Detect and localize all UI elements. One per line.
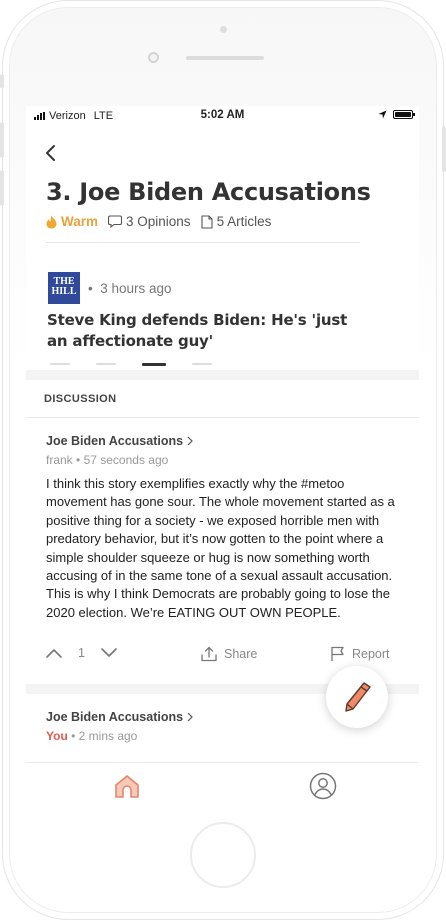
logo-line2: HILL: [51, 286, 77, 297]
power-button: [442, 126, 446, 172]
story-card: 3. Joe Biden Accusations Warm 3 Opinions…: [26, 126, 419, 370]
post-topic[interactable]: Joe Biden Accusations: [46, 434, 193, 448]
article-source: THE HILL • 3 hours ago: [48, 272, 172, 304]
mute-switch: [0, 74, 4, 88]
share-icon: [201, 646, 217, 662]
pager-dot[interactable]: [96, 363, 116, 365]
share-button[interactable]: Share: [200, 646, 257, 662]
opinion-bubble-icon: [108, 215, 123, 228]
the-hill-logo: THE HILL: [48, 272, 80, 304]
heat-label: Warm: [61, 214, 99, 229]
heat-indicator: Warm: [46, 214, 98, 229]
chevron-right-icon: [187, 712, 193, 722]
report-label: Report: [352, 647, 390, 661]
report-button[interactable]: Report: [330, 646, 390, 662]
front-camera: [148, 52, 159, 63]
pager-dot[interactable]: [192, 363, 212, 365]
status-time: 5:02 AM: [200, 109, 245, 121]
post-time: 2 mins ago: [78, 729, 138, 743]
tab-profile[interactable]: [308, 771, 338, 801]
flag-icon: [331, 646, 344, 661]
article-icon: [201, 214, 213, 229]
upvote-icon[interactable]: [46, 648, 62, 658]
share-label: Share: [224, 647, 258, 661]
post-body: I think this story exemplifies exactly w…: [46, 476, 395, 620]
profile-icon: [309, 772, 337, 800]
tab-bar: [26, 762, 419, 806]
article-time-wrap: • 3 hours ago: [88, 280, 172, 296]
story-title: 3. Joe Biden Accusations: [46, 178, 371, 206]
chevron-right-icon: [187, 436, 193, 446]
pager-dot[interactable]: [142, 363, 166, 366]
divider: [46, 242, 360, 243]
story-meta: Warm 3 Opinions 5 Articles: [46, 214, 281, 229]
back-icon[interactable]: [44, 143, 58, 163]
status-right: [378, 110, 415, 119]
opinion-post[interactable]: Joe Biden Accusations frank • 57 seconds…: [26, 418, 419, 684]
phone-frame: Verizon LTE 5:02 AM 3. Joe Biden Accusat…: [0, 0, 446, 924]
pager-dot[interactable]: [50, 363, 70, 365]
post-author: You: [46, 729, 68, 743]
post-meta: frank • 57 seconds ago: [46, 453, 169, 467]
opinions-label: 3 Opinions: [126, 214, 191, 229]
app-screen: Verizon LTE 5:02 AM 3. Joe Biden Accusat…: [26, 106, 419, 806]
opinions-count[interactable]: 3 Opinions: [108, 214, 191, 229]
battery-icon: [393, 110, 415, 119]
home-icon: [115, 775, 139, 798]
compose-button[interactable]: [326, 666, 388, 728]
volume-up-button: [0, 122, 4, 158]
flame-icon: [46, 215, 57, 228]
post-topic-label: Joe Biden Accusations: [46, 434, 184, 448]
pencil-icon: [345, 682, 371, 712]
post-time: 57 seconds ago: [83, 453, 169, 467]
post-topic-label: Joe Biden Accusations: [46, 710, 184, 724]
articles-count[interactable]: 5 Articles: [201, 214, 272, 229]
vote-control: 1: [46, 646, 117, 660]
post-meta: You • 2 mins ago: [46, 729, 138, 743]
articles-label: 5 Articles: [216, 214, 272, 229]
discussion-title: DISCUSSION: [44, 393, 117, 405]
volume-down-button: [0, 170, 4, 206]
discussion-header: DISCUSSION: [26, 380, 419, 418]
article-pager[interactable]: [50, 363, 212, 366]
article-time: 3 hours ago: [100, 280, 172, 296]
home-button[interactable]: [190, 822, 256, 888]
earpiece-speaker: [186, 56, 264, 60]
status-bar: Verizon LTE 5:02 AM: [26, 106, 419, 126]
tab-home[interactable]: [112, 771, 142, 801]
post-actions: 1 Share Report: [46, 646, 398, 666]
downvote-icon[interactable]: [101, 648, 117, 658]
location-arrow-icon: [378, 110, 387, 119]
article-headline[interactable]: Steve King defends Biden: He's 'just an …: [47, 310, 357, 352]
proximity-sensor: [220, 26, 227, 33]
post-author: frank: [46, 453, 73, 467]
post-topic[interactable]: Joe Biden Accusations: [46, 710, 193, 724]
vote-count: 1: [78, 646, 85, 660]
